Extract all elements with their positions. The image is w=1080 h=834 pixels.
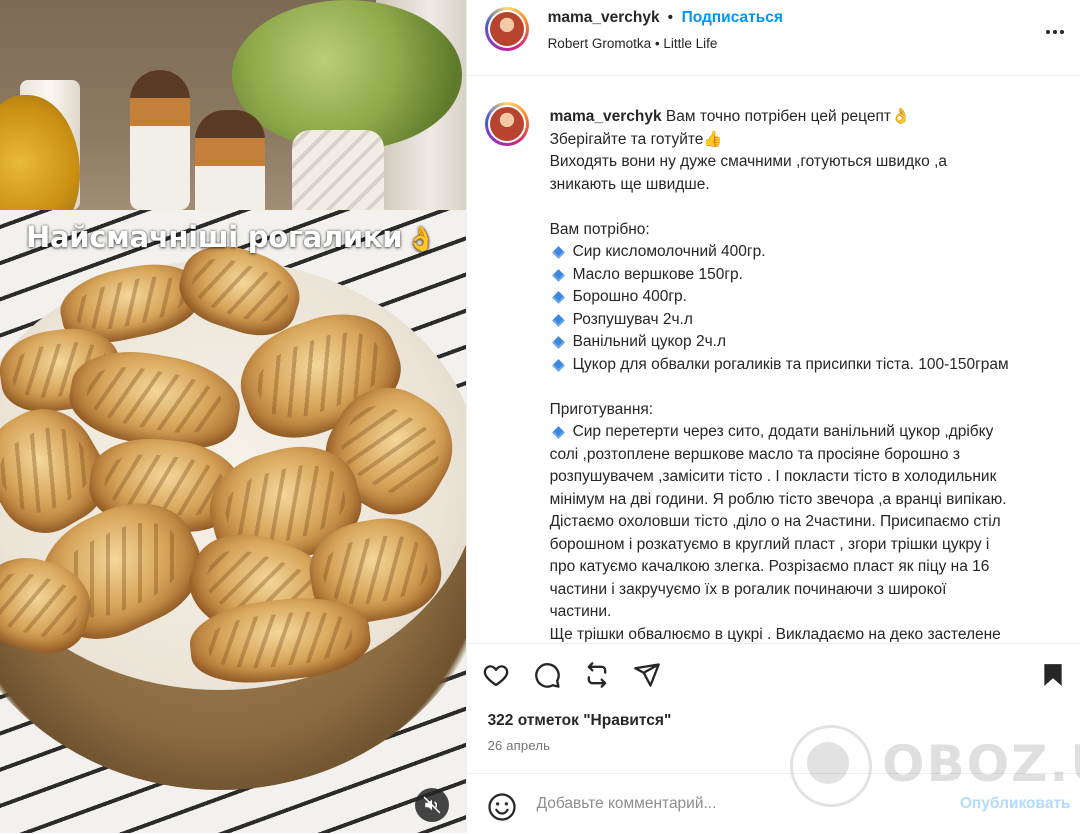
audio-track-link[interactable]: Robert Gromotka • Little Life: [548, 36, 718, 51]
repost-button[interactable]: [582, 660, 612, 690]
avatar-photo: [489, 12, 524, 46]
caption-line: Дістаємо охоловши тісто ,ділo о на 2част…: [549, 513, 1001, 530]
preparation-title: Приготування:: [549, 400, 654, 418]
share-button[interactable]: [632, 660, 662, 690]
action-bar: [466, 643, 1080, 704]
blue-diamond-icon: [551, 291, 565, 304]
ingredient-item: Цукор для обвалки рогаликів та присипки …: [550, 354, 1076, 377]
caption-line: частини.: [549, 603, 612, 620]
preparation-step: Сир перетерти через сито, додати ванільн…: [550, 421, 1076, 444]
blue-diamond-icon: [551, 313, 565, 327]
blue-diamond-icon: [551, 336, 565, 349]
globe-logo-icon: [790, 725, 872, 807]
caption-line: розпушувачем ,замісити тісто . І покласт…: [549, 468, 997, 485]
blue-diamond-icon: [551, 246, 565, 259]
ingredient-item: Розпушувач 2ч.л: [550, 309, 1076, 332]
caption-line: мінімум на дві години. Я роблю тісто зве…: [549, 490, 1007, 508]
watermark-text: OBOZ.UA: [882, 735, 1080, 793]
ingredient-item: Сир кисломолочний 400гр.: [550, 241, 1076, 264]
blue-diamond-icon: [551, 426, 565, 439]
ingredients-title: Вам потрібно:: [549, 220, 650, 238]
post-details-panel: mama_verchyk • Подписаться Robert Gromot…: [465, 0, 1080, 833]
post-header: mama_verchyk • Подписаться Robert Gromot…: [466, 0, 1080, 76]
blue-diamond-icon: [551, 358, 565, 372]
heart-icon: [483, 665, 508, 687]
blue-diamond-icon: [551, 268, 565, 282]
author-username[interactable]: mama_verchyk: [548, 9, 660, 27]
comment-button[interactable]: [532, 660, 562, 690]
comment-input[interactable]: Добавьте комментарий...: [537, 795, 717, 813]
caption-line: Ще трішки обвалюємо в цукрі . Викладаємо…: [549, 625, 1001, 643]
caption-author-avatar[interactable]: [484, 102, 529, 146]
comment-icon: [534, 663, 560, 688]
post-date[interactable]: 26 апрель: [488, 738, 551, 753]
caption-line: частини і закручуємо їх в рогалик почина…: [549, 580, 947, 598]
caption-line: солі ,розтоплене вершкове масло та просі…: [549, 445, 960, 463]
caption-line: Виходять вони ну дуже смачними ,готуютьс…: [549, 153, 948, 170]
caption-username[interactable]: mama_verchyk: [550, 108, 662, 125]
likes-count[interactable]: 322 отметок "Нравится": [488, 712, 672, 730]
ingredient-item: Борошно 400гр.: [550, 286, 1076, 309]
site-watermark: OBOZ.UA: [790, 725, 1080, 807]
more-options-icon[interactable]: [1043, 20, 1067, 44]
mute-button[interactable]: [415, 788, 449, 822]
author-avatar[interactable]: [484, 7, 529, 51]
caption-line: про катуємо качалкою злегка. Розрізаємо …: [549, 558, 990, 575]
background-plant: [232, 0, 462, 150]
separator-dot: •: [667, 9, 673, 26]
emoji-picker-button[interactable]: [487, 792, 517, 822]
save-button[interactable]: [1038, 660, 1068, 690]
caption-line: Зберігайте та готуйте👍: [549, 130, 723, 148]
bookmark-icon: [1043, 664, 1062, 686]
ingredient-item: Масло вершкове 150гр.: [550, 264, 1076, 287]
ok-hand-emoji: 👌: [406, 225, 436, 253]
caption-scroll-area[interactable]: mama_verchyk Вам точно потрібен цей реце…: [467, 76, 1080, 642]
caption-line: Вам точно потрібен цей рецепт👌: [665, 108, 911, 125]
overlay-title: Найсмачніші рогалики: [26, 220, 403, 254]
ingredient-item: Ванільний цукор 2ч.л: [550, 331, 1076, 354]
speaker-muted-icon: [423, 796, 441, 814]
decor-figurine: [130, 70, 190, 210]
repost-icon: [587, 662, 606, 688]
avatar-photo: [489, 107, 524, 141]
instagram-post: Найсмачніші рогалики 👌 mama_verchyk • Под…: [0, 0, 1080, 833]
post-media[interactable]: Найсмачніші рогалики 👌: [0, 0, 466, 833]
emoji-icon: [487, 793, 516, 821]
caption-line: борошном і розкатуємо в круглий пласт , …: [549, 535, 990, 553]
like-button[interactable]: [481, 660, 511, 690]
caption-line: зникають ще швидше.: [549, 175, 710, 193]
post-caption: mama_verchyk Вам точно потрібен цей реце…: [550, 106, 1076, 642]
follow-button[interactable]: Подписаться: [682, 9, 783, 27]
video-overlay-text: Найсмачніші рогалики 👌: [26, 220, 436, 254]
share-icon: [633, 663, 660, 687]
